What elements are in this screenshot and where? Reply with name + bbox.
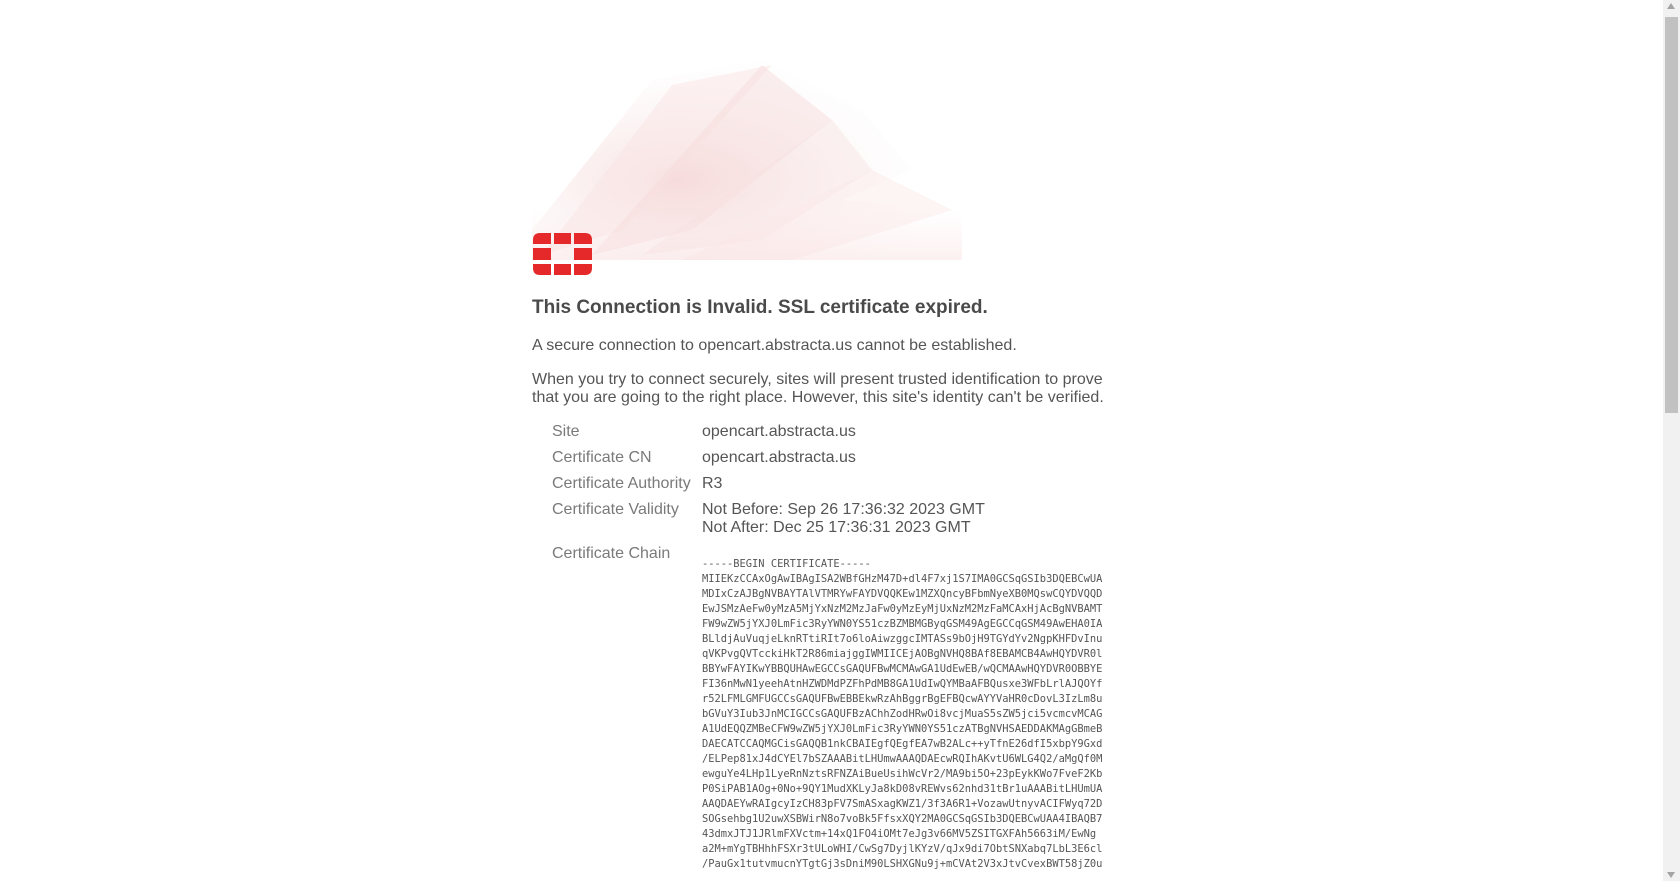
- certificate-validity-label: Certificate Validity: [552, 501, 679, 518]
- error-page: This Connection is Invalid. SSL certific…: [0, 0, 1680, 881]
- scroll-down-arrow-icon[interactable]: [1667, 872, 1675, 878]
- site-row: Site opencart.abstracta.us: [550, 419, 1104, 445]
- scrollbar-thumb[interactable]: [1665, 17, 1678, 413]
- identity-explanation: When you try to connect securely, sites …: [532, 371, 1104, 406]
- certificate-authority-label: Certificate Authority: [552, 475, 691, 492]
- site-value: opencart.abstracta.us: [702, 423, 856, 440]
- certificate-cn-row: Certificate CN opencart.abstracta.us: [550, 445, 1104, 471]
- error-content: This Connection is Invalid. SSL certific…: [532, 296, 1152, 876]
- scroll-up-arrow-icon[interactable]: [1667, 3, 1675, 9]
- certificate-validity-row: Certificate Validity Not Before: Sep 26 …: [550, 497, 1104, 541]
- certificate-chain-text: -----BEGIN CERTIFICATE----- MIIEKzCCAxOg…: [702, 558, 1103, 870]
- certificate-validity-value: Not Before: Sep 26 17:36:32 2023 GMT Not…: [700, 497, 1104, 541]
- certificate-details-table: Site opencart.abstracta.us Certificate C…: [550, 419, 1104, 876]
- connection-message: A secure connection to opencart.abstract…: [532, 337, 1017, 354]
- site-label: Site: [552, 423, 580, 440]
- certificate-chain-label: Certificate Chain: [552, 545, 671, 562]
- vertical-scrollbar[interactable]: [1663, 0, 1680, 881]
- not-before-date: Not Before: Sep 26 17:36:32 2023 GMT: [702, 501, 985, 518]
- certificate-authority-value: R3: [702, 475, 723, 492]
- certificate-cn-label: Certificate CN: [552, 449, 652, 466]
- certificate-cn-value: opencart.abstracta.us: [702, 449, 856, 466]
- certificate-chain-value: -----BEGIN CERTIFICATE----- MIIEKzCCAxOg…: [700, 541, 1104, 876]
- certificate-chain-row: Certificate Chain -----BEGIN CERTIFICATE…: [550, 541, 1104, 876]
- not-after-date: Not After: Dec 25 17:36:31 2023 GMT: [702, 519, 971, 536]
- fortinet-logo-icon: [533, 233, 592, 275]
- page-title: This Connection is Invalid. SSL certific…: [532, 297, 988, 318]
- hero-light-rays-graphic: [532, 60, 962, 260]
- certificate-authority-row: Certificate Authority R3: [550, 471, 1104, 497]
